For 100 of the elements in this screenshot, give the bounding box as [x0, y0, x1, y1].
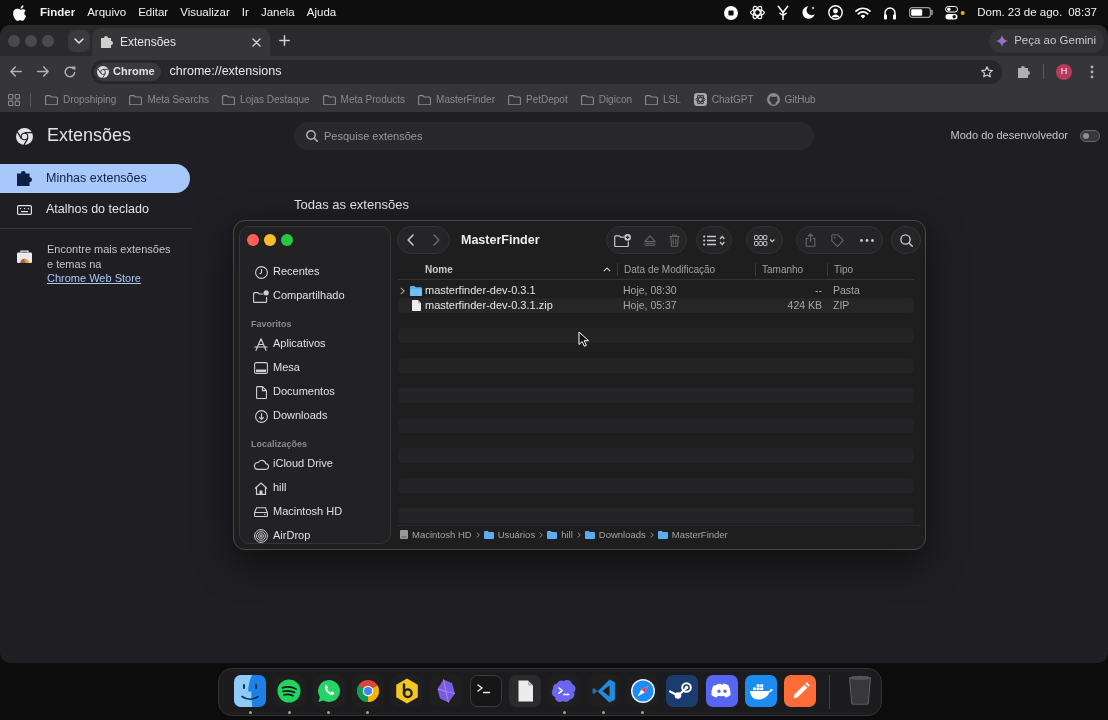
puzzle-piece-icon: [17, 171, 32, 186]
bookmark-link[interactable]: Meta Products: [322, 93, 406, 106]
grid-view-icon[interactable]: [754, 234, 775, 246]
bookmark-link[interactable]: MasterFinder: [418, 93, 495, 106]
menu-app-name[interactable]: Finder: [40, 5, 76, 20]
folder-icon: [322, 94, 336, 105]
chevron-icon: [576, 532, 581, 538]
running-dot-icon: [562, 711, 566, 714]
bookmark-link[interactable]: Digicon: [580, 93, 633, 106]
search-button[interactable]: [891, 226, 921, 254]
house-icon: [254, 481, 268, 495]
column-header[interactable]: Nome: [398, 263, 617, 276]
puzzle-piece-icon: [101, 36, 113, 48]
ring-logo-icon: [16, 127, 33, 145]
headphones-icon[interactable]: [883, 5, 898, 20]
user-circle-icon[interactable]: [828, 5, 844, 20]
back-arrow-icon[interactable]: [10, 66, 22, 77]
forward-arrow-icon[interactable]: [37, 66, 49, 77]
column-header[interactable]: Tipo: [827, 263, 914, 276]
address-bar[interactable]: Chrome chrome://extensions: [91, 59, 1002, 84]
plus-icon[interactable]: [279, 35, 290, 46]
site-chip[interactable]: Chrome: [94, 62, 161, 81]
menu-bar-date[interactable]: Dom. 23 de ago.: [977, 5, 1063, 20]
modified-date: Hoje, 08:30: [622, 284, 677, 297]
clock-icon: [254, 265, 268, 279]
sidebar-item[interactable]: iCloud Drive: [240, 456, 384, 472]
list-view-icon[interactable]: [703, 234, 725, 246]
sidebar-item[interactable]: hill: [240, 480, 384, 496]
search-field[interactable]: Pesquise extensões: [294, 122, 814, 150]
moon-icon[interactable]: [801, 5, 817, 20]
path-segment[interactable]: MasterFinder: [657, 529, 728, 541]
document-app-icon: [509, 675, 542, 707]
profile-avatar[interactable]: H: [1056, 63, 1072, 80]
disclosure-chevron-icon[interactable]: [400, 286, 405, 295]
puzzle-piece-icon[interactable]: [1018, 65, 1030, 78]
tab-list-button[interactable]: [68, 29, 90, 52]
bookmark-link[interactable]: GitHub: [766, 93, 816, 106]
running-dot-icon: [602, 711, 606, 714]
sidebar-item[interactable]: Macintosh HD: [240, 504, 384, 520]
menu-item[interactable]: Ir: [241, 5, 249, 20]
bookmark-link[interactable]: LSL: [645, 93, 681, 106]
file-kind: Pasta: [832, 284, 860, 297]
path-segment[interactable]: Usuários: [483, 529, 536, 541]
reload-icon[interactable]: [64, 65, 76, 78]
bookmark-link[interactable]: ChatGPT: [693, 93, 754, 106]
menu-item[interactable]: Janela: [260, 5, 295, 20]
back-chevron-icon[interactable]: [407, 234, 415, 246]
browser-tab[interactable]: Extensões: [92, 28, 270, 56]
column-header[interactable]: Data de Modificação: [617, 263, 755, 276]
zoom-window-button[interactable]: [281, 234, 293, 246]
minimize-window-button[interactable]: [264, 234, 276, 246]
sidebar-nav-item[interactable]: Minhas extensões: [0, 164, 190, 193]
menu-item[interactable]: Visualizar: [180, 5, 230, 20]
folder-icon: [129, 94, 143, 105]
bookmark-star-icon[interactable]: [981, 65, 993, 78]
sidebar-item[interactable]: Downloads: [240, 408, 384, 424]
developer-mode-toggle[interactable]: [1080, 130, 1100, 142]
path-segment[interactable]: Macintosh HD: [400, 529, 472, 541]
sidebar-item[interactable]: Compartilhado: [240, 288, 384, 304]
sidebar-item[interactable]: Recentes: [240, 264, 384, 280]
branch-icon[interactable]: [777, 5, 790, 20]
folder-icon: [507, 94, 521, 105]
mouse-pointer-icon: [578, 331, 589, 347]
menu-item[interactable]: Ajuda: [306, 5, 337, 20]
path-segment[interactable]: Downloads: [584, 529, 646, 541]
stop-recording-icon[interactable]: [724, 5, 739, 20]
apple-logo-icon[interactable]: [13, 4, 26, 21]
menu-item[interactable]: Editar: [138, 5, 169, 20]
sidebar-item[interactable]: Aplicativos: [240, 336, 384, 352]
bookmark-link[interactable]: Meta Searchs: [129, 93, 210, 106]
file-row[interactable]: masterfinder-dev-0.3.1.zip Hoje, 05:37 424 KB ZIP: [398, 298, 914, 313]
wifi-icon[interactable]: [855, 6, 872, 19]
atom-icon[interactable]: [750, 5, 766, 20]
bookmark-link[interactable]: PetDepot: [507, 93, 568, 106]
more-options-icon[interactable]: [860, 238, 875, 242]
menu-bar-clock[interactable]: 08:37: [1068, 5, 1097, 20]
more-options-icon[interactable]: [1090, 64, 1094, 79]
column-header[interactable]: Tamanho: [755, 263, 827, 276]
sidebar-nav-item[interactable]: Atalhos do teclado: [0, 195, 190, 224]
dock-app-button[interactable]: [234, 675, 266, 715]
atom-logo-icon: [693, 93, 707, 106]
close-icon[interactable]: [252, 37, 261, 47]
battery-icon[interactable]: [909, 7, 934, 18]
new-folder-icon[interactable]: [613, 233, 631, 247]
sidebar-item[interactable]: Documentos: [240, 384, 384, 400]
control-toggles-icon[interactable]: [945, 5, 966, 20]
apps-grid-icon[interactable]: [8, 93, 20, 106]
ask-assistant-button[interactable]: Peça ao Gemini: [989, 28, 1104, 53]
sidebar-item[interactable]: AirDrop: [240, 528, 384, 543]
terminal-prompt-app-icon: [469, 675, 502, 707]
web-store-link[interactable]: Chrome Web Store: [47, 272, 141, 284]
running-dot-icon: [366, 711, 370, 714]
pencil-app-icon: [784, 675, 817, 707]
close-window-button[interactable]: [247, 234, 259, 246]
bookmark-link[interactable]: Dropshiping: [45, 93, 117, 106]
path-segment[interactable]: hill: [547, 529, 573, 541]
menu-item[interactable]: Arquivo: [87, 5, 127, 20]
sidebar-item[interactable]: Mesa: [240, 360, 384, 376]
bookmark-link[interactable]: Lojas Destaque: [222, 93, 310, 106]
section-heading: Todas as extensões: [294, 197, 409, 213]
